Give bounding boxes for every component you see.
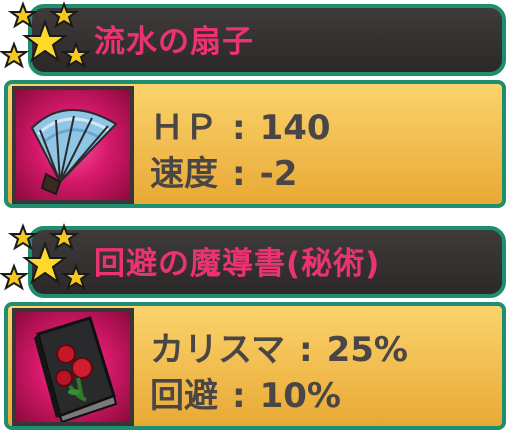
stat-label: ＨＰ — [150, 108, 218, 148]
stat-separator: : — [232, 108, 246, 148]
item-card-ryusui-fan[interactable]: 流水の扇子 ＨＰ:140 速度: -2 — [0, 0, 512, 212]
stat-charisma: カリスマ:25% — [150, 322, 408, 371]
item-icon-frame — [12, 86, 134, 204]
stat-label: 速度 — [150, 154, 218, 194]
item-card-evasion-grimoire[interactable]: 回避の魔導書(秘術) カリスマ:25% 回避:10% — [0, 222, 512, 434]
stat-label: カリスマ — [150, 330, 285, 370]
stat-evasion: 回避:10% — [150, 368, 341, 417]
stat-value: -2 — [259, 154, 298, 194]
stat-hp: ＨＰ:140 — [150, 100, 331, 149]
stat-speed: 速度: -2 — [150, 146, 297, 195]
stat-value: 10% — [259, 376, 341, 416]
stat-separator: : — [298, 330, 313, 370]
fan-icon — [30, 109, 118, 196]
item-name: 流水の扇子 — [94, 24, 254, 60]
stat-separator: : — [232, 154, 246, 194]
grimoire-icon — [34, 316, 118, 422]
stat-label: 回避 — [150, 376, 218, 416]
stat-value: 25% — [326, 330, 408, 370]
rarity-stars-icon — [0, 1, 92, 69]
rarity-stars-icon — [0, 223, 92, 291]
stat-separator: : — [232, 376, 246, 416]
item-name: 回避の魔導書(秘術) — [94, 246, 381, 282]
item-icon-frame — [12, 308, 134, 426]
stat-value: 140 — [259, 108, 331, 148]
